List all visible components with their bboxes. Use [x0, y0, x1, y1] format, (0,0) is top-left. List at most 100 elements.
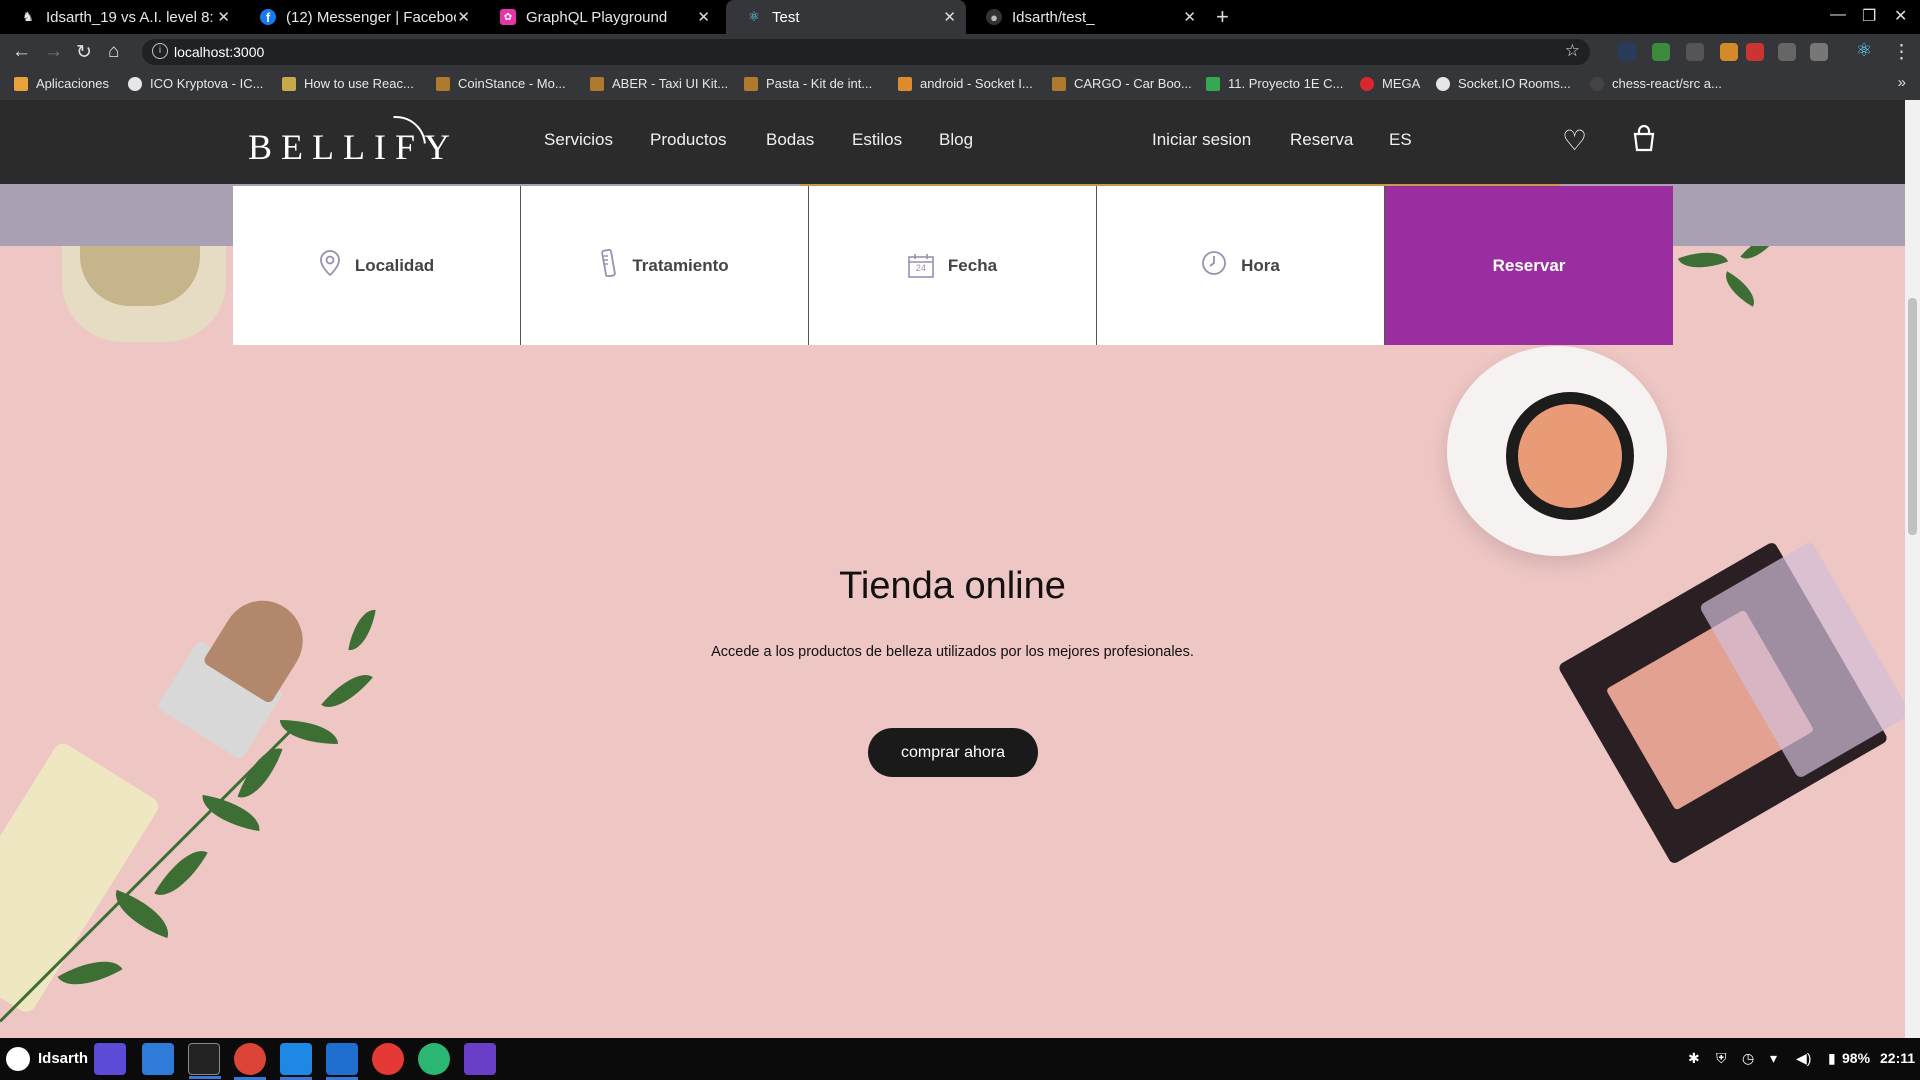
- calendar-icon: 24: [908, 253, 934, 278]
- restore-icon[interactable]: ❐: [1862, 6, 1876, 26]
- address-bar[interactable]: i localhost:3000 ☆: [142, 39, 1590, 65]
- bookmark-label: ABER - Taxi UI Kit...: [612, 76, 729, 91]
- booking-fecha[interactable]: 24 Fecha: [809, 186, 1097, 345]
- google-drive-icon: [1206, 76, 1220, 91]
- bookmark-label: chess-react/src a...: [1612, 76, 1722, 91]
- extension-icon[interactable]: [1720, 43, 1738, 61]
- app-launcher-icon[interactable]: [94, 1043, 126, 1075]
- page-scrollbar[interactable]: [1905, 100, 1920, 1038]
- bookmark-label: CoinStance - Mo...: [458, 76, 566, 91]
- nav-estilos[interactable]: Estilos: [852, 130, 902, 150]
- site-info-icon[interactable]: i: [152, 43, 168, 59]
- menu-kebab-icon[interactable]: ⋮: [1892, 41, 1911, 64]
- react-devtools-icon[interactable]: ⚛: [1856, 40, 1874, 60]
- bookmark-label: Pasta - Kit de int...: [766, 76, 873, 91]
- close-tab-icon[interactable]: ✕: [943, 8, 956, 26]
- maps-app-icon[interactable]: [418, 1043, 450, 1075]
- tab-lichess[interactable]: ♞ Idsarth_19 vs A.I. level 8: D40 ✕: [0, 0, 240, 34]
- nav-reserva[interactable]: Reserva: [1290, 130, 1353, 150]
- reservar-button[interactable]: Reservar: [1385, 186, 1673, 345]
- bookmark-item[interactable]: android - Socket I...: [898, 76, 1033, 91]
- bookmark-item[interactable]: MEGA: [1360, 76, 1420, 91]
- back-icon[interactable]: ←: [12, 41, 31, 63]
- site-header: BELLIFY Servicios Productos Bodas Estilo…: [0, 100, 1905, 189]
- booking-localidad[interactable]: Localidad: [233, 186, 521, 345]
- bookmark-label: android - Socket I...: [920, 76, 1033, 91]
- logo-text: BELLIFY: [248, 127, 459, 167]
- extension-icon[interactable]: [1778, 43, 1796, 61]
- bookmark-item[interactable]: ABER - Taxi UI Kit...: [590, 76, 728, 91]
- bookmark-favicon: [1052, 76, 1066, 91]
- extension-icon[interactable]: [1652, 43, 1670, 61]
- bellify-logo[interactable]: BELLIFY: [248, 103, 459, 189]
- home-icon[interactable]: ⌂: [108, 41, 119, 63]
- bookmark-item[interactable]: chess-react/src a...: [1590, 76, 1722, 91]
- battery-icon[interactable]: ▮: [1828, 1050, 1836, 1067]
- bookmark-item[interactable]: ICO Kryptova - IC...: [128, 76, 263, 91]
- browser-toolbar: ← → ↻ ⌂ i localhost:3000 ☆ ⚛ ⋮: [0, 34, 1920, 70]
- new-tab-icon[interactable]: +: [1216, 4, 1229, 30]
- language-selector[interactable]: ES: [1389, 130, 1412, 150]
- nav-blog[interactable]: Blog: [939, 130, 973, 150]
- bookmark-star-icon[interactable]: ☆: [1565, 41, 1580, 61]
- user-avatar-icon[interactable]: [6, 1047, 30, 1071]
- nav-iniciar-sesion[interactable]: Iniciar sesion: [1152, 130, 1251, 150]
- browser-tab-strip: ♞ Idsarth_19 vs A.I. level 8: D40 ✕ f (1…: [0, 0, 1920, 34]
- tab-test[interactable]: ⚛ Test ✕: [726, 0, 966, 34]
- shopping-bag-icon[interactable]: [1630, 124, 1658, 159]
- bookmark-favicon: [898, 76, 912, 91]
- app-icon[interactable]: [372, 1043, 404, 1075]
- extension-icon[interactable]: [1618, 43, 1636, 61]
- comb-icon: [600, 248, 618, 282]
- close-tab-icon[interactable]: ✕: [457, 8, 470, 26]
- booking-tratamiento[interactable]: Tratamiento: [521, 186, 809, 345]
- tab-graphql[interactable]: ✿ GraphQL Playground ✕: [480, 0, 720, 34]
- taskbar-user[interactable]: Idsarth: [38, 1050, 88, 1067]
- minimize-icon[interactable]: —: [1830, 6, 1846, 24]
- nav-productos[interactable]: Productos: [650, 130, 727, 150]
- close-tab-icon[interactable]: ✕: [697, 8, 710, 26]
- calendar-day: 24: [915, 262, 926, 273]
- bookmark-item[interactable]: Socket.IO Rooms...: [1436, 76, 1571, 91]
- security-icon[interactable]: ⛨: [1716, 1050, 1727, 1067]
- bookmarks-bar: Aplicaciones ICO Kryptova - IC... How to…: [0, 70, 1920, 100]
- terminal-icon[interactable]: [188, 1043, 221, 1079]
- forward-icon[interactable]: →: [44, 41, 63, 63]
- nav-bodas[interactable]: Bodas: [766, 130, 814, 150]
- booking-hora[interactable]: Hora: [1097, 186, 1385, 345]
- extension-icon[interactable]: [1686, 43, 1704, 61]
- datagrip-icon[interactable]: [464, 1043, 496, 1075]
- bookmark-apps[interactable]: Aplicaciones: [14, 76, 109, 91]
- nav-servicios[interactable]: Servicios: [544, 130, 613, 150]
- booking-label: Tratamiento: [632, 255, 729, 275]
- volume-icon[interactable]: ◀): [1796, 1050, 1811, 1067]
- tab-github[interactable]: ● Idsarth/test_ ✕: [966, 0, 1206, 34]
- apps-grid-icon: [14, 76, 28, 91]
- bookmark-item[interactable]: CARGO - Car Boo...: [1052, 76, 1192, 91]
- heart-icon[interactable]: ♡: [1562, 124, 1587, 157]
- tab-messenger[interactable]: f (12) Messenger | Facebook ✕: [240, 0, 480, 34]
- close-window-icon[interactable]: ✕: [1894, 6, 1907, 26]
- vscode-icon[interactable]: [280, 1043, 312, 1080]
- bookmark-item[interactable]: How to use Reac...: [282, 76, 414, 91]
- more-bookmarks-icon[interactable]: »: [1898, 74, 1906, 91]
- bluetooth-icon[interactable]: ✱: [1688, 1050, 1700, 1067]
- file-manager-icon[interactable]: [142, 1043, 174, 1075]
- webstorm-icon[interactable]: [326, 1043, 358, 1080]
- close-tab-icon[interactable]: ✕: [1183, 8, 1196, 26]
- booking-label: Hora: [1241, 255, 1280, 275]
- system-clock[interactable]: 22:11: [1880, 1050, 1915, 1066]
- bookmark-label: ICO Kryptova - IC...: [150, 76, 264, 91]
- chrome-icon[interactable]: [234, 1043, 266, 1080]
- bookmark-item[interactable]: 11. Proyecto 1E C...: [1206, 76, 1343, 91]
- bookmark-item[interactable]: CoinStance - Mo...: [436, 76, 566, 91]
- comprar-ahora-button[interactable]: comprar ahora: [868, 728, 1038, 777]
- extension-icon[interactable]: [1810, 43, 1828, 61]
- close-tab-icon[interactable]: ✕: [217, 8, 230, 26]
- scrollbar-thumb[interactable]: [1908, 298, 1917, 535]
- extension-icon[interactable]: [1746, 43, 1764, 61]
- reload-icon[interactable]: ↻: [76, 41, 92, 64]
- clock-tray-icon[interactable]: ◷: [1742, 1050, 1754, 1067]
- bookmark-item[interactable]: Pasta - Kit de int...: [744, 76, 872, 91]
- wifi-icon[interactable]: ▾: [1770, 1050, 1777, 1067]
